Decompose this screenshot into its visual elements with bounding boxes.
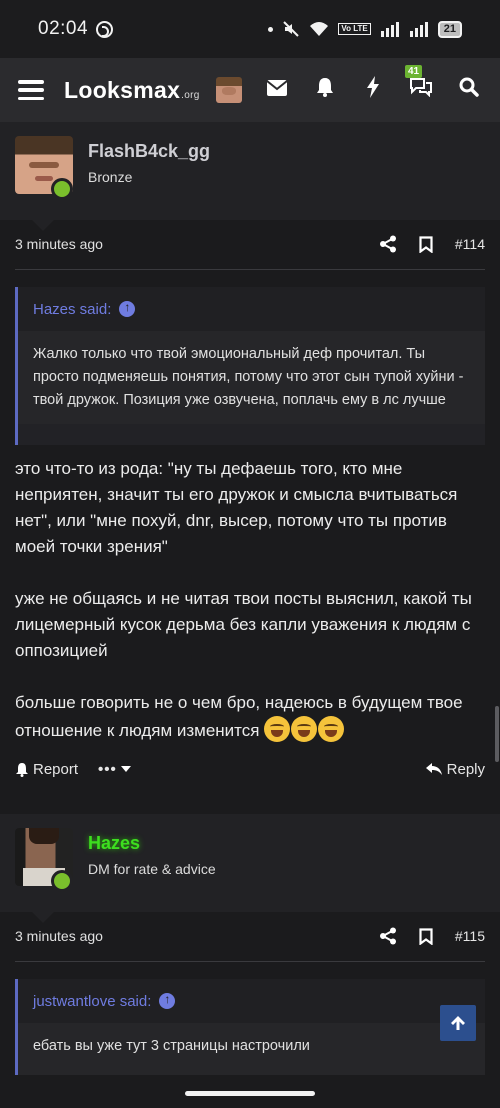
quote-author[interactable]: Hazes said: [33,301,111,318]
envelope-icon[interactable] [264,78,290,102]
page-scrollbar[interactable] [495,706,499,762]
share-icon[interactable] [379,235,397,253]
laughing-emoji-icon [263,716,290,742]
quote-text: ебать вы уже тут 3 страницы настрочили [18,1023,485,1075]
user-block-pointer [32,220,54,231]
reply-button[interactable]: Reply [425,760,485,778]
post-115-meta: 3 minutes ago #115 [15,924,485,948]
clock: 02:04 [38,18,89,39]
reply-icon [425,762,442,775]
volte-icon: Vo LTE [338,23,371,35]
chevron-down-icon [120,766,131,772]
site-logo[interactable]: Looksmax.org [64,77,200,104]
search-icon[interactable] [456,77,482,103]
post-115-quote: justwantlove said: ебать вы уже тут 3 ст… [15,979,485,1075]
wifi-icon [310,22,329,36]
conversations-icon[interactable]: 41 [405,65,434,103]
jump-to-quote-icon[interactable] [159,992,176,1009]
bookmark-icon[interactable] [419,927,433,945]
online-status-dot [51,178,73,200]
post-number[interactable]: #114 [455,236,485,252]
arrow-up-icon [451,1016,465,1030]
notification-badge: 41 [405,65,423,78]
quote-text: Жалко только что твой эмоциональный деф … [18,331,485,424]
message-paragraph: уже не общаясь и не читая твои посты выя… [15,589,472,660]
jump-to-quote-icon[interactable] [119,300,136,317]
status-icons: Vo LTE 21 [268,20,462,38]
report-button[interactable]: Report [15,761,78,778]
signal-icon-2 [409,22,428,37]
reply-label: Reply [446,760,485,778]
post-114-actions: Report ••• Reply [15,757,485,781]
lightning-icon[interactable] [360,76,386,104]
online-status-dot [51,870,73,892]
mute-icon [283,21,300,37]
message-paragraph-last: больше говорить не о чем бро, надеюсь в … [15,693,463,742]
divider [15,269,485,270]
battery-icon: 21 [437,20,462,38]
top-nav: Looksmax.org 41 [0,58,500,122]
status-bar: 02:04 Vo LTE 21 [0,0,500,58]
notification-dot-icon [268,26,274,32]
post-time[interactable]: 3 minutes ago [15,236,103,252]
message-paragraph: это что-то из рода: "ну ты дефаешь того,… [15,459,458,556]
post-114-quote: Hazes said: Жалко только что твой эмоцио… [15,287,485,445]
divider [15,961,485,962]
user-title: DM for rate & advice [88,861,216,877]
share-icon[interactable] [379,927,397,945]
sync-icon [96,20,114,38]
post-114-message: это что-то из рода: "ну ты дефаешь того,… [15,456,485,744]
quote-author[interactable]: justwantlove said: [33,993,151,1010]
username[interactable]: FlashB4ck_gg [88,141,210,162]
bookmark-icon[interactable] [419,235,433,253]
signal-icon [380,22,399,37]
bell-icon[interactable] [312,77,338,103]
user-block-pointer [32,912,54,923]
menu-icon[interactable] [18,80,44,100]
post-114-user-block: FlashB4ck_gg Bronze [0,122,500,220]
more-options-button[interactable]: ••• [98,761,131,778]
laughing-emoji-icon [290,716,317,742]
user-title: Bronze [88,169,133,185]
laughing-emoji-icon [317,716,344,742]
report-label: Report [33,760,79,778]
post-115-user-block: Hazes DM for rate & advice [0,814,500,912]
bell-icon [16,762,28,777]
post-time[interactable]: 3 minutes ago [15,928,103,944]
home-indicator[interactable] [185,1091,315,1096]
username[interactable]: Hazes [88,833,140,854]
account-avatar[interactable] [216,77,242,103]
scroll-to-top-button[interactable] [440,1005,476,1041]
post-114-meta: 3 minutes ago #114 [15,232,485,256]
post-number[interactable]: #115 [455,928,485,944]
